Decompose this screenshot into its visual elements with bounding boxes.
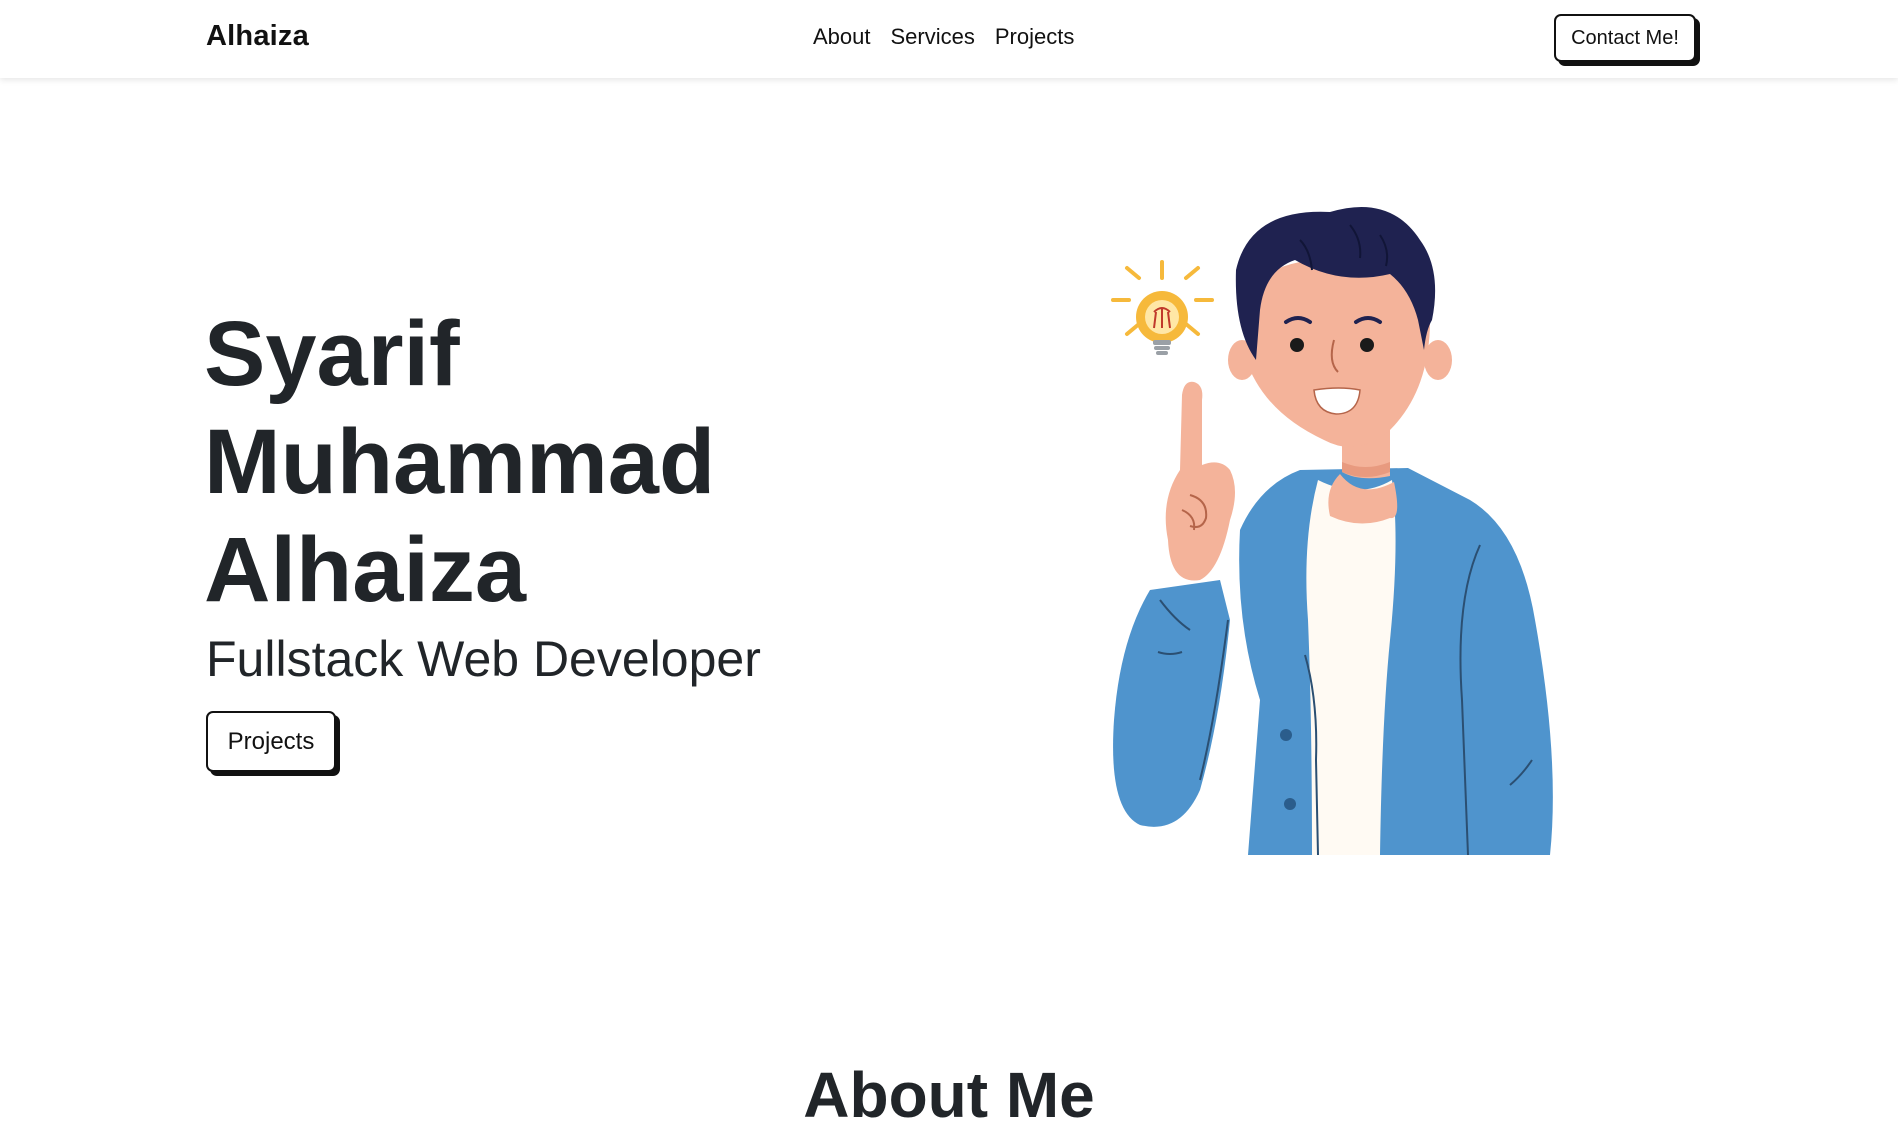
about-heading: About Me [803,1059,1095,1131]
hero-name: Syarif Muhammad Alhaiza [204,300,715,624]
nav-links: About Services Projects [813,24,1074,50]
nav-link-projects[interactable]: Projects [995,24,1074,50]
projects-button[interactable]: Projects [206,711,336,772]
hero-name-line-3: Alhaiza [204,519,527,621]
hero-name-line-2: Muhammad [204,411,716,513]
brand-logo[interactable]: Alhaiza [206,20,309,53]
hero-role: Fullstack Web Developer [206,631,761,687]
contact-me-button[interactable]: Contact Me! [1554,14,1696,62]
nav-link-services[interactable]: Services [891,24,975,50]
nav-link-about[interactable]: About [813,24,871,50]
navbar: Alhaiza About Services Projects Contact … [0,0,1898,78]
hero-name-line-1: Syarif [204,303,460,405]
man-with-lightbulb-illustration [1111,206,1553,855]
